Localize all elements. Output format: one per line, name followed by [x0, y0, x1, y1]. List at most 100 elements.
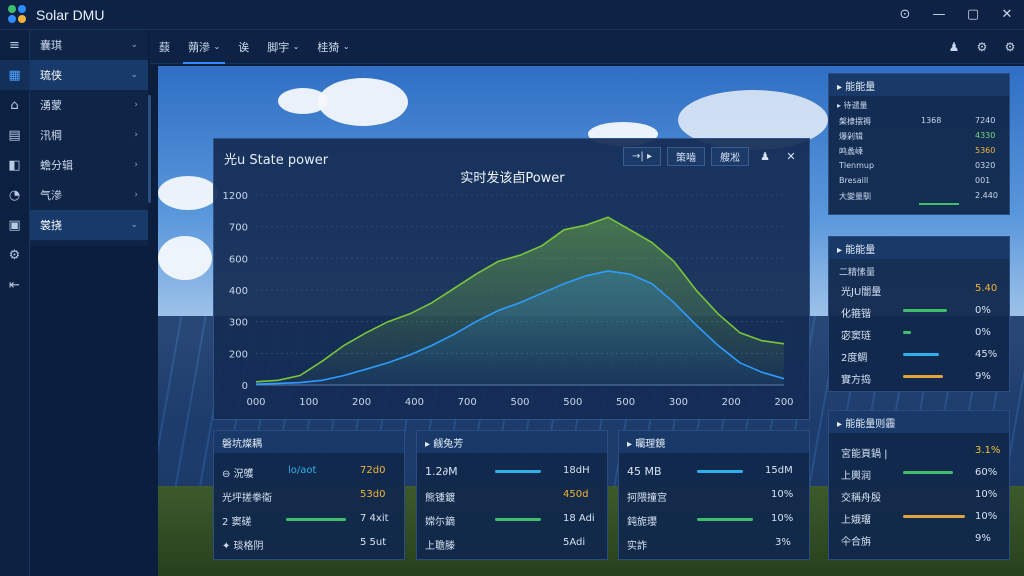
- progress-bar: [903, 353, 939, 356]
- settings-icon[interactable]: ⚙: [968, 40, 996, 54]
- sidebar-item[interactable]: 囊琪 ⌄: [30, 30, 148, 60]
- row-label: 上聸滕: [425, 541, 455, 552]
- row-value: 10%: [975, 511, 998, 522]
- row-value: 10%: [771, 513, 794, 524]
- progress-bar: [495, 470, 541, 473]
- minimize-button[interactable]: —: [922, 0, 956, 30]
- row-value: 9%: [975, 533, 991, 544]
- row-label: 上娥璢: [841, 515, 871, 526]
- options-button[interactable]: 艘凇: [711, 147, 749, 166]
- app-logo-icon: [8, 4, 28, 25]
- dashboard-icon[interactable]: ▦: [0, 60, 29, 90]
- toolbar-tab[interactable]: 桂猗 ⌄: [308, 30, 358, 64]
- menu-icon[interactable]: ≡: [0, 30, 29, 60]
- row-label: 鸣蠡嵊: [839, 147, 863, 156]
- panel-title: 磐坑燦耦: [214, 431, 404, 453]
- panel-subtitle: ▸ 待谴量: [837, 101, 868, 110]
- progress-bar: [286, 518, 346, 521]
- close-icon[interactable]: ✕: [781, 147, 801, 166]
- user-icon[interactable]: ♟: [940, 40, 968, 54]
- chevron-down-icon: ⌄: [292, 42, 300, 51]
- row-value: 18dH: [563, 465, 590, 476]
- x-tick-label: 200: [774, 397, 793, 408]
- row-label: 光坪搓拳衞: [222, 493, 272, 504]
- row-value: 4330: [975, 131, 996, 140]
- settings-icon[interactable]: ⚙: [0, 240, 29, 270]
- row-label: 大變量馴: [839, 192, 871, 201]
- row-value: 72d0: [360, 465, 386, 476]
- export-button[interactable]: →| ▸: [623, 147, 661, 166]
- maximize-button[interactable]: ▢: [956, 0, 990, 30]
- chart-icon[interactable]: ▣: [0, 210, 29, 240]
- toolbar-tab[interactable]: 脚宇 ⌄: [258, 30, 308, 64]
- row-label: 熊锺鍍: [425, 493, 455, 504]
- toolbar-tab[interactable]: 诶: [229, 30, 258, 64]
- progress-bar: [697, 518, 753, 521]
- progress-bar: [903, 471, 953, 474]
- chevron-down-icon: ⌄: [130, 220, 138, 230]
- row-label: Bresaill: [839, 176, 869, 185]
- x-tick-label: 200: [722, 397, 741, 408]
- close-button[interactable]: ✕: [990, 0, 1024, 30]
- scrollbar[interactable]: [148, 95, 151, 203]
- toolbar-tab[interactable]: 蒴滲 ⌄: [179, 30, 229, 64]
- progress-bar: [697, 470, 743, 473]
- sidebar-item[interactable]: 裳挠 ⌄: [30, 210, 148, 240]
- document-icon[interactable]: ◧: [0, 150, 29, 180]
- x-tick-label: 000: [246, 397, 265, 408]
- status-panel: ▸ 能能量则霾 宮能頁鍋 | 3.1% 上輿润 60% 交稱舟殷 10% 上娥璢 10%…: [828, 410, 1010, 560]
- row-label: 2 窦磋: [222, 517, 252, 528]
- y-tick-label: 200: [229, 349, 248, 360]
- filter-button[interactable]: 策嚙: [667, 147, 705, 166]
- x-tick-label: 200: [352, 397, 371, 408]
- sidebar-item[interactable]: 汛棡 ›: [30, 120, 148, 150]
- sidebar-item-label: 蟾分辑: [40, 159, 73, 172]
- row-value: 60%: [975, 467, 998, 478]
- progress-bar: [903, 309, 947, 312]
- row-value: 5.40: [975, 283, 998, 294]
- row-label: 嫦尓鏑: [425, 517, 455, 528]
- sidebar-item[interactable]: 蟾分辑 ›: [30, 150, 148, 180]
- row-label: 宮能頁鍋 |: [841, 449, 888, 460]
- row-value: 45%: [975, 349, 998, 360]
- x-tick-label: 400: [405, 397, 424, 408]
- row-label: 1.2∂M: [425, 465, 458, 478]
- clock-icon[interactable]: ◔: [0, 180, 29, 210]
- row-value: 2.440: [975, 191, 998, 200]
- row-label: 2度鲷: [841, 353, 868, 364]
- progress-bar: [903, 331, 911, 334]
- panel-title: ▸ 曯理鏡: [619, 431, 809, 453]
- row-value: 5360: [975, 146, 996, 155]
- row-value: 10%: [771, 489, 794, 500]
- row-label: ✦ 琰格阴: [222, 541, 264, 552]
- row-value: 7 4xit: [360, 513, 389, 524]
- row-label: 槃棣摆褥: [839, 117, 871, 126]
- power-chart-dialog: 光u State power →| ▸ 策嚙 艘凇 ♟ ✕ 实时发该卣Power…: [213, 138, 810, 420]
- chevron-right-icon: ›: [134, 100, 138, 110]
- panel-title: ▸ 能能量: [829, 237, 1009, 259]
- progress-bar: [903, 515, 965, 518]
- layout-icon[interactable]: 䕭: [150, 30, 179, 64]
- row-value: 0%: [975, 327, 991, 338]
- app-title: Solar DMU: [36, 6, 105, 23]
- sidebar-item[interactable]: 琉侠 ⌄: [30, 60, 148, 90]
- list-icon[interactable]: ▤: [0, 120, 29, 150]
- home-icon[interactable]: ⌂: [0, 90, 29, 120]
- chevron-down-icon: ⌄: [130, 70, 138, 80]
- sidebar-item-label: 裳挠: [40, 219, 62, 232]
- row-label: 实詐: [627, 541, 647, 552]
- gear-icon[interactable]: ⚙: [996, 40, 1024, 54]
- row-value: 1368: [921, 116, 942, 125]
- user-icon[interactable]: ♟: [755, 147, 775, 166]
- help-icon[interactable]: ⊙: [888, 0, 922, 30]
- sidebar-item[interactable]: 湧蒙 ›: [30, 90, 148, 120]
- row-value: 3%: [775, 537, 791, 548]
- row-label: 鈍旎瓔: [627, 517, 657, 528]
- panel-title: ▸ 能能量则霾: [829, 411, 1009, 433]
- collapse-icon[interactable]: ⇤: [0, 270, 29, 300]
- y-tick-label: 600: [229, 254, 248, 265]
- sidebar-item[interactable]: 气滲 ›: [30, 180, 148, 210]
- row-label: Tlenmup: [839, 161, 875, 170]
- row-label: 實方捣: [841, 375, 871, 386]
- progress-bar: [919, 203, 959, 205]
